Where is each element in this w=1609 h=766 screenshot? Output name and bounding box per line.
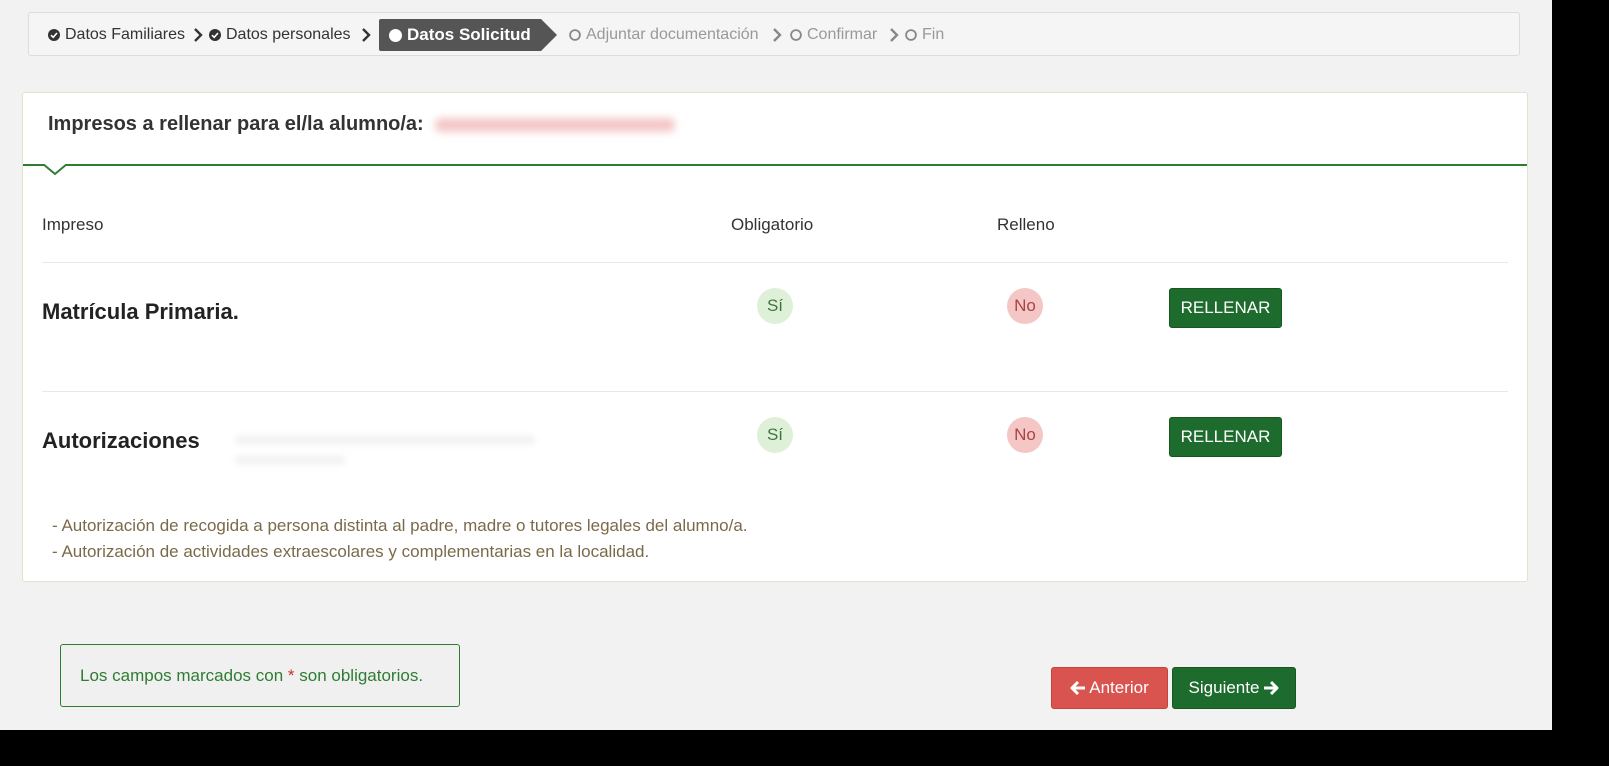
required-star: * bbox=[287, 665, 295, 685]
step-datos-personales[interactable]: Datos personales bbox=[209, 13, 351, 57]
forms-panel: Impresos a rellenar para el/la alumno/a:… bbox=[22, 92, 1528, 582]
siguiente-button[interactable]: Siguiente bbox=[1172, 667, 1296, 709]
panel-title: Impresos a rellenar para el/la alumno/a: bbox=[48, 113, 676, 136]
note-recogida: - Autorización de recogida a persona dis… bbox=[52, 516, 748, 535]
info-text-before: Los campos marcados con bbox=[80, 665, 284, 685]
step-label: Fin bbox=[922, 26, 945, 43]
step-fin[interactable]: Fin bbox=[905, 13, 944, 57]
circle-outline-icon bbox=[569, 29, 581, 41]
row-divider bbox=[42, 262, 1508, 263]
required-fields-info: Los campos marcados con * son obligatori… bbox=[60, 644, 460, 707]
column-header-relleno: Relleno bbox=[997, 215, 1055, 234]
step-label: Adjuntar documentación bbox=[586, 26, 759, 43]
circle-outline-icon bbox=[790, 29, 802, 41]
arrow-left-icon bbox=[1070, 680, 1086, 696]
relleno-badge: No bbox=[1007, 288, 1043, 324]
faint-text-redacted bbox=[235, 455, 345, 465]
circle-outline-icon bbox=[905, 29, 917, 41]
info-text-after: son obligatorios. bbox=[299, 665, 424, 685]
step-label: Datos personales bbox=[226, 26, 351, 43]
wizard-steps: Datos Familiares Datos personales Datos … bbox=[28, 12, 1520, 56]
note-actividades: - Autorización de actividades extraescol… bbox=[52, 542, 650, 561]
page: Datos Familiares Datos personales Datos … bbox=[0, 0, 1552, 730]
check-circle-icon bbox=[48, 29, 60, 41]
chevron-right-icon bbox=[361, 13, 371, 57]
step-adjuntar-documentacion[interactable]: Adjuntar documentación bbox=[569, 13, 759, 57]
obligatorio-badge: Sí bbox=[757, 288, 793, 324]
arrow-right-icon bbox=[1264, 680, 1279, 696]
rellenar-matricula-button[interactable]: RELLENAR bbox=[1169, 288, 1282, 328]
row-divider bbox=[42, 391, 1508, 392]
circle-icon bbox=[389, 28, 402, 42]
column-header-impreso: Impreso bbox=[42, 215, 104, 234]
rellenar-autorizaciones-button[interactable]: RELLENAR bbox=[1169, 417, 1282, 457]
obligatorio-badge: Sí bbox=[757, 417, 793, 453]
anterior-label: Anterior bbox=[1089, 678, 1149, 697]
check-circle-icon bbox=[209, 29, 221, 41]
row-title-matricula: Matrícula Primaria. bbox=[42, 299, 239, 324]
chevron-right-icon bbox=[889, 13, 899, 57]
chevron-right-icon bbox=[193, 13, 203, 57]
row-title-autorizaciones: Autorizaciones bbox=[42, 428, 200, 453]
anterior-button[interactable]: Anterior bbox=[1051, 667, 1168, 709]
student-name-redacted bbox=[435, 117, 676, 132]
step-label: Datos Familiares bbox=[65, 26, 186, 43]
step-confirmar[interactable]: Confirmar bbox=[790, 13, 877, 57]
header-notch bbox=[43, 164, 67, 176]
siguiente-label: Siguiente bbox=[1188, 678, 1260, 697]
relleno-badge: No bbox=[1007, 417, 1043, 453]
step-label: Confirmar bbox=[807, 26, 878, 43]
faint-text-redacted bbox=[235, 435, 535, 445]
step-label: Datos Solicitud bbox=[407, 25, 531, 44]
step-datos-familiares[interactable]: Datos Familiares bbox=[48, 13, 185, 57]
panel-header: Impresos a rellenar para el/la alumno/a: bbox=[23, 93, 1527, 166]
step-datos-solicitud[interactable]: Datos Solicitud bbox=[379, 19, 557, 51]
column-header-obligatorio: Obligatorio bbox=[731, 215, 814, 234]
panel-title-text: Impresos a rellenar para el/la alumno/a: bbox=[48, 113, 424, 135]
chevron-right-icon bbox=[772, 13, 782, 57]
